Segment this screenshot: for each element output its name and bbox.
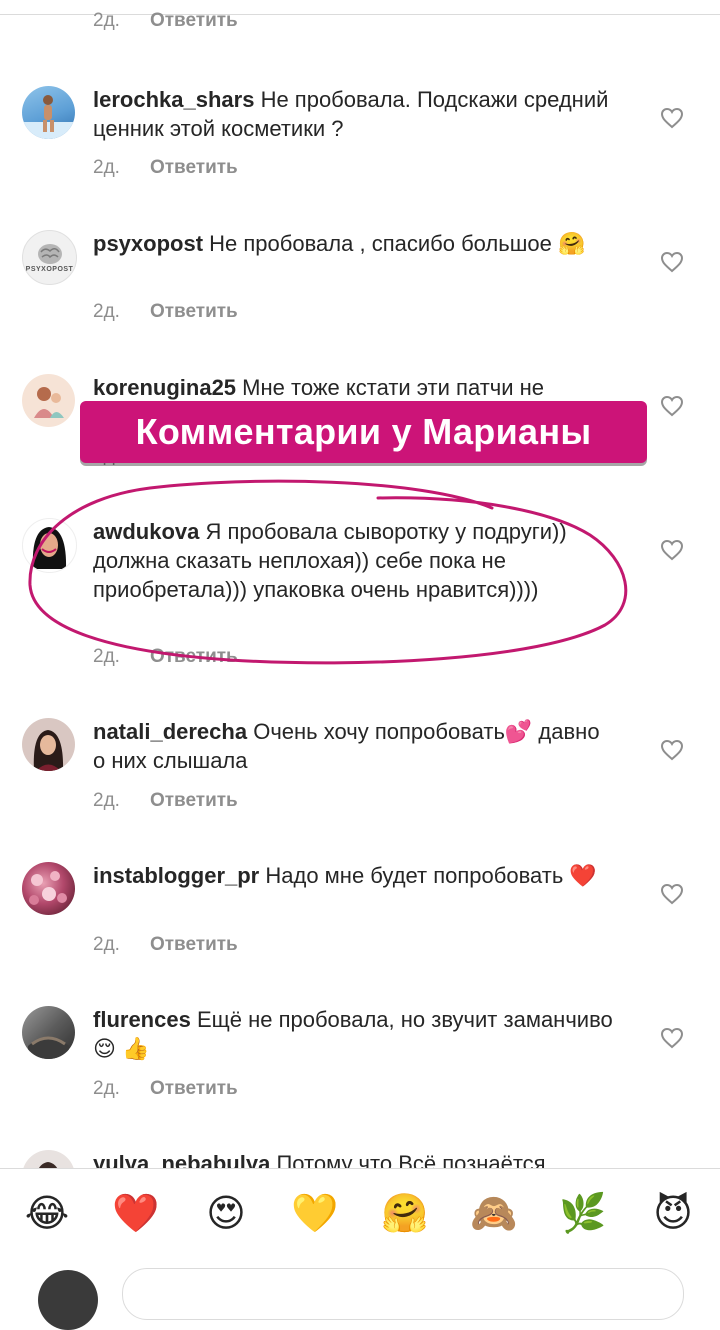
comment-meta-row: 2д. Ответить	[93, 10, 238, 32]
comment-time: 2д.	[93, 646, 120, 667]
banner-text: Комментарии у Марианы	[135, 411, 592, 452]
emoji-see-no-evil-button[interactable]: 🙈	[470, 1192, 517, 1236]
emoji-hug-button[interactable]: 🤗	[381, 1192, 428, 1236]
comment-text: psyxopost Не пробовала , спасибо большое…	[93, 229, 613, 258]
like-heart-icon[interactable]	[660, 539, 684, 561]
comment-text: instablogger_pr Надо мне будет попробова…	[93, 861, 613, 890]
comment-text: natali_derecha Очень хочу попробовать💕 д…	[93, 717, 613, 775]
emoji-devil-button[interactable]: 😈	[651, 1192, 695, 1236]
reply-button[interactable]: Ответить	[150, 1078, 238, 1100]
comment-text: lerochka_shars Не пробовала. Подскажи ср…	[93, 85, 613, 143]
comment-username[interactable]: flurences	[93, 1007, 191, 1032]
comment-username[interactable]: psyxopost	[93, 231, 203, 256]
user-avatar[interactable]	[22, 862, 75, 915]
comment-meta-row: 2д. Ответить	[93, 1078, 238, 1100]
comment-username[interactable]: natali_derecha	[93, 719, 247, 744]
reply-button[interactable]: Ответить	[150, 646, 238, 668]
comment-time: 2д.	[93, 301, 120, 322]
comment-text: korenugina25 Мне тоже кстати эти патчи н…	[93, 373, 613, 402]
like-heart-icon[interactable]	[660, 1027, 684, 1049]
emoji-red-heart-button[interactable]: ❤️	[112, 1192, 159, 1236]
comment-time: 2д.	[93, 934, 120, 955]
comment-username[interactable]: lerochka_shars	[93, 87, 254, 112]
comment-meta-row: 2д. Ответить	[93, 301, 238, 323]
comment-meta-row: 2д. Ответить	[93, 790, 238, 812]
comment-meta-row: 2д. Ответить	[93, 157, 238, 179]
reply-button[interactable]: Ответить	[150, 10, 238, 32]
quick-emoji-bar	[0, 1168, 720, 1281]
like-heart-icon[interactable]	[660, 883, 684, 905]
comment-body: Не пробовала , спасибо большое 🤗	[209, 231, 586, 256]
highlight-banner: Комментарии у Марианы	[80, 401, 647, 463]
comment-text: flurences Ещё не пробовала, но звучит за…	[93, 1005, 613, 1063]
reply-button[interactable]: Ответить	[150, 157, 238, 179]
comment-meta-row: 2д. Ответить	[93, 646, 238, 668]
comment-time: 2д.	[93, 157, 120, 178]
reply-button[interactable]: Ответить	[150, 790, 238, 812]
user-avatar[interactable]: PSYXOPOST	[22, 230, 77, 285]
comment-body: Мне тоже кстати эти патчи не	[242, 375, 545, 400]
emoji-heart-eyes-button[interactable]: 😍	[204, 1192, 248, 1236]
emoji-tears-of-joy-button[interactable]: 😂	[25, 1192, 69, 1236]
emoji-yellow-heart-button[interactable]: 💛	[291, 1192, 338, 1236]
comment-input[interactable]	[122, 1268, 684, 1320]
comment-username[interactable]: korenugina25	[93, 375, 236, 400]
user-avatar[interactable]	[22, 518, 77, 573]
comment-time: 2д.	[93, 1078, 120, 1099]
like-heart-icon[interactable]	[660, 107, 684, 129]
comment-body: Надо мне будет попробовать ❤️	[265, 863, 597, 888]
comment-time: 2д.	[93, 10, 120, 31]
like-heart-icon[interactable]	[660, 251, 684, 273]
reply-button[interactable]: Ответить	[150, 301, 238, 323]
comment-username[interactable]: awdukova	[93, 519, 199, 544]
user-avatar[interactable]	[22, 718, 75, 771]
like-heart-icon[interactable]	[660, 395, 684, 417]
brain-icon	[37, 244, 62, 264]
user-avatar[interactable]	[22, 86, 75, 139]
avatar-label: PSYXOPOST	[25, 266, 74, 273]
user-avatar[interactable]	[22, 374, 75, 427]
reply-button[interactable]: Ответить	[150, 934, 238, 956]
emoji-herb-button[interactable]: 🌿	[559, 1192, 606, 1236]
own-avatar	[38, 1270, 98, 1330]
comment-text: awdukova Я пробовала сыворотку у подруги…	[93, 517, 613, 604]
comment-username[interactable]: instablogger_pr	[93, 863, 259, 888]
like-heart-icon[interactable]	[660, 739, 684, 761]
user-avatar[interactable]	[22, 1006, 75, 1059]
comment-time: 2д.	[93, 790, 120, 811]
comment-meta-row: 2д. Ответить	[93, 934, 238, 956]
